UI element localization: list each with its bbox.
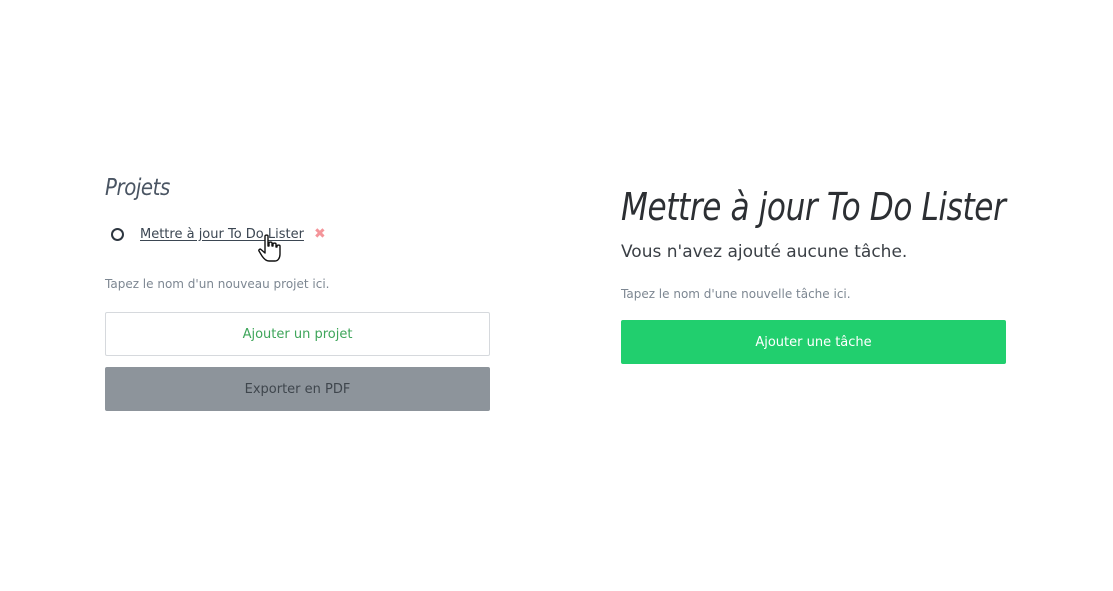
project-list-item: Mettre à jour To Do Lister ✖ (105, 220, 490, 262)
add-task-button[interactable]: Ajouter une tâche (621, 320, 1006, 364)
delete-icon[interactable]: ✖ (314, 226, 326, 242)
projects-panel: Projets Mettre à jour To Do Lister ✖ Tap… (105, 168, 490, 411)
task-panel: Mettre à jour To Do Lister Vous n'avez a… (621, 180, 1006, 364)
add-project-button[interactable]: Ajouter un projet (105, 312, 490, 356)
project-link[interactable]: Mettre à jour To Do Lister (140, 227, 310, 242)
project-heading: Mettre à jour To Do Lister (621, 185, 1006, 229)
hand-pointer-icon (258, 234, 281, 262)
projects-title: Projets (105, 175, 170, 201)
new-project-input[interactable]: Tapez le nom d'un nouveau projet ici. (105, 274, 490, 294)
export-pdf-button[interactable]: Exporter en PDF (105, 367, 490, 411)
circle-icon[interactable] (111, 227, 124, 241)
new-task-input[interactable]: Tapez le nom d'une nouvelle tâche ici. (621, 284, 1006, 304)
empty-tasks-message: Vous n'avez ajouté aucune tâche. (621, 242, 908, 262)
page: Projets Mettre à jour To Do Lister ✖ Tap… (0, 0, 1113, 591)
